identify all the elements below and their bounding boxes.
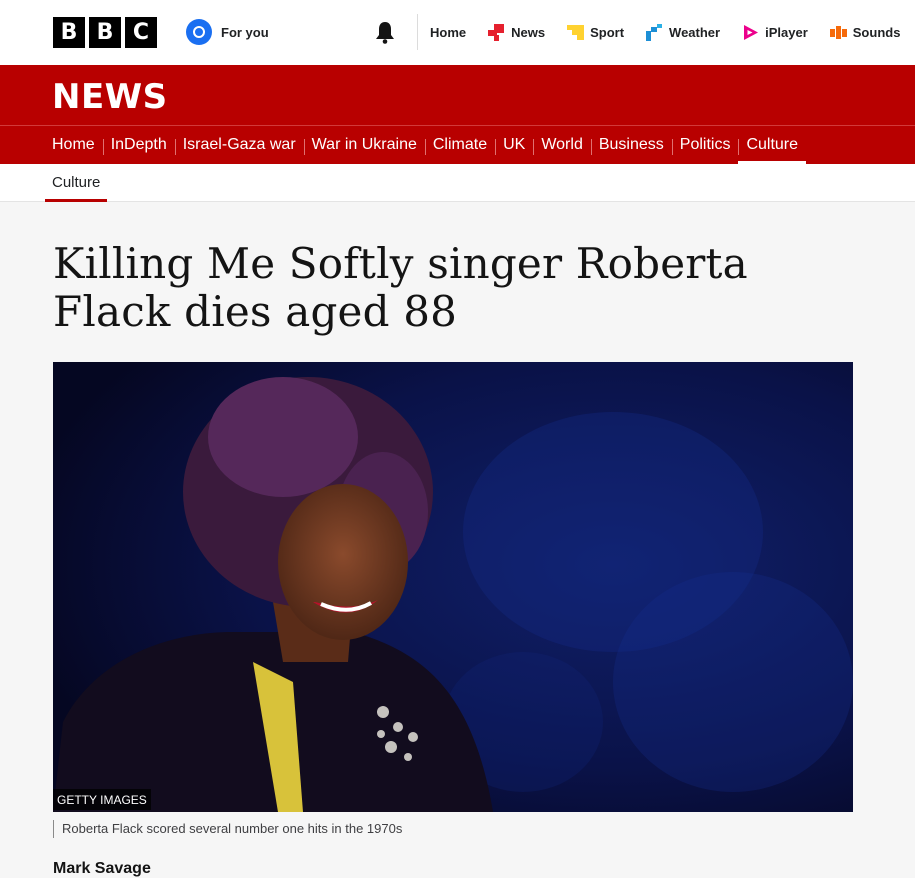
nav-sport[interactable]: Sport <box>567 24 624 41</box>
sounds-icon <box>829 26 847 39</box>
news-icon <box>488 24 505 41</box>
sport-icon <box>567 25 585 40</box>
section-indepth[interactable]: InDepth <box>102 136 175 155</box>
article-author[interactable]: Mark Savage <box>53 860 151 878</box>
section-israel-gaza-war[interactable]: Israel-Gaza war <box>174 136 304 155</box>
bbc-logo[interactable]: B B C <box>53 17 157 48</box>
nav-news[interactable]: News <box>488 24 545 41</box>
nav-weather[interactable]: Weather <box>646 24 720 41</box>
bbc-logo-letter: B <box>89 17 121 48</box>
iplayer-icon <box>744 25 759 40</box>
culture-subnav: Culture <box>0 164 915 202</box>
nav-iplayer-label: iPlayer <box>765 25 808 40</box>
nav-home-label: Home <box>430 25 467 40</box>
subnav-item-culture[interactable]: Culture <box>45 164 108 202</box>
for-you-label: For you <box>221 24 269 40</box>
section-politics[interactable]: Politics <box>671 136 739 155</box>
bbc-logo-letter: C <box>125 17 157 48</box>
article-hero-image <box>53 362 853 812</box>
nav-sport-label: Sport <box>590 25 625 40</box>
image-caption: Roberta Flack scored several number one … <box>53 820 402 838</box>
section-business[interactable]: Business <box>590 136 672 155</box>
bbc-top-bar: B B C For you Home News Sport Weather iP… <box>0 0 915 65</box>
nav-weather-label: Weather <box>669 25 721 40</box>
bbc-global-nav: Home News Sport Weather iPlayer Sounds <box>430 0 915 65</box>
bbc-logo-letter: B <box>53 17 85 48</box>
account-icon <box>186 19 212 45</box>
nav-sounds[interactable]: Sounds <box>829 24 901 41</box>
nav-news-label: News <box>511 25 546 40</box>
divider <box>417 14 418 50</box>
section-climate[interactable]: Climate <box>424 136 495 155</box>
image-credit: GETTY IMAGES <box>53 789 151 810</box>
section-uk[interactable]: UK <box>495 136 533 155</box>
nav-iplayer[interactable]: iPlayer <box>742 24 808 41</box>
weather-icon <box>646 24 663 41</box>
nav-sounds-label: Sounds <box>852 25 901 40</box>
section-home[interactable]: Home <box>44 136 103 154</box>
section-culture[interactable]: Culture <box>738 136 806 165</box>
notifications-bell-icon[interactable] <box>374 20 396 44</box>
section-war-in-ukraine[interactable]: War in Ukraine <box>303 136 425 155</box>
section-world[interactable]: World <box>533 136 591 155</box>
article-headline: Killing Me Softly singer Roberta Flack d… <box>53 239 748 336</box>
news-section-nav: Home InDepth Israel-Gaza war War in Ukra… <box>0 125 915 165</box>
nav-home[interactable]: Home <box>430 25 466 40</box>
singer-photo <box>53 362 853 812</box>
news-masthead: NEWS <box>0 65 915 125</box>
for-you-button[interactable]: For you <box>186 19 269 45</box>
news-brand-logo[interactable]: NEWS <box>52 77 168 117</box>
